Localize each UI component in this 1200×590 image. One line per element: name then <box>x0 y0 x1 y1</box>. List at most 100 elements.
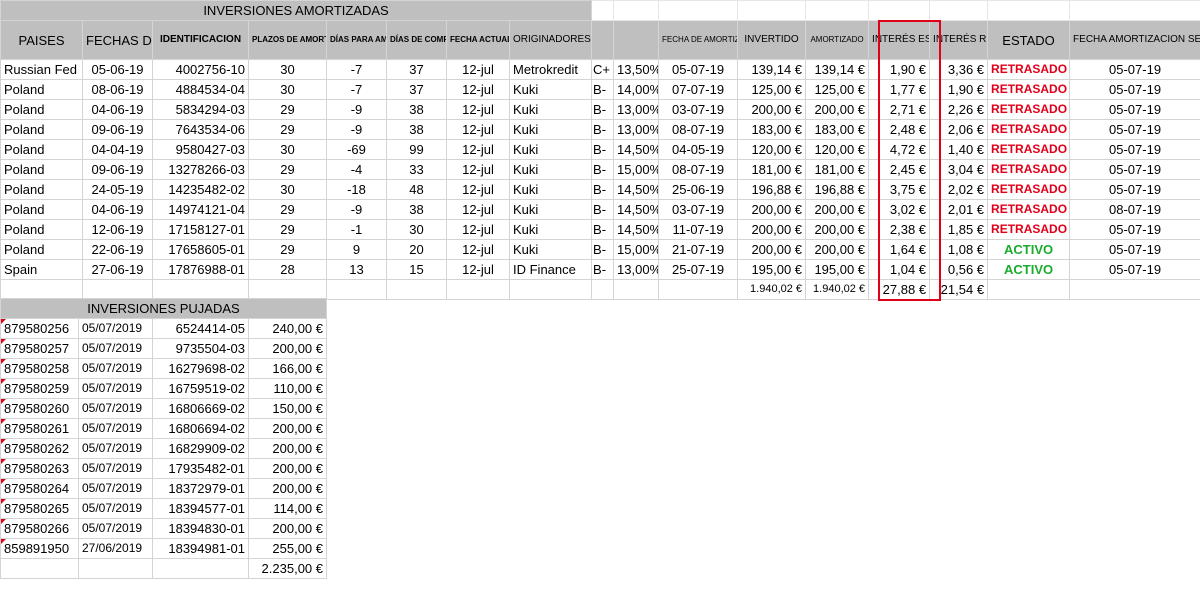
cell-pais[interactable]: Poland <box>0 139 83 160</box>
pujadas-total[interactable]: 2.235,00 € <box>248 558 327 579</box>
cell-amortizado[interactable]: 200,00 € <box>805 99 870 120</box>
pujada-cell-fecha[interactable]: 05/07/2019 <box>78 378 153 399</box>
cell-actual[interactable]: 12-jul <box>446 79 510 100</box>
cell-pais[interactable]: Poland <box>0 99 83 120</box>
pujada-cell-fecha[interactable]: 05/07/2019 <box>78 338 153 359</box>
cell-estado[interactable]: RETRASADO <box>987 99 1071 120</box>
pujada-cell-id[interactable]: 18372979-01 <box>152 478 249 499</box>
header-plazos[interactable]: PLAZOS DE AMORTIZACION <box>248 20 327 60</box>
cell-rating[interactable]: B- <box>591 179 615 200</box>
cell-amortizado[interactable]: 200,00 € <box>805 239 870 260</box>
pujada-cell-id[interactable]: 16806694-02 <box>152 418 249 439</box>
cell-int-rec[interactable]: 3,36 € <box>929 59 989 80</box>
header-fechas-puja[interactable]: FECHAS DE PUJA <box>82 20 153 60</box>
cell-dias-am[interactable]: -1 <box>326 219 387 240</box>
pujada-cell-importe[interactable]: 240,00 € <box>248 318 327 339</box>
cell-orig[interactable]: Kuki <box>508 159 593 180</box>
cell-pais[interactable]: Poland <box>0 119 83 140</box>
cell-dias-am[interactable]: -18 <box>326 179 387 200</box>
pujada-cell-id[interactable]: 16759519-02 <box>152 378 249 399</box>
pujada-cell-ref[interactable]: 879580266 <box>0 518 79 539</box>
total-amortizado[interactable]: 1.940,02 € <box>805 279 870 300</box>
header-fecha-actual[interactable]: FECHA ACTUAL SIN AMORTIZAR <box>446 20 510 60</box>
cell-amortizado[interactable]: 181,00 € <box>805 159 870 180</box>
cell-tasa[interactable]: 14,50% <box>613 139 660 160</box>
cell-plazo[interactable]: 29 <box>248 239 327 260</box>
cell-mintos[interactable]: 05-07-19 <box>1069 179 1200 200</box>
cell-invertido[interactable]: 195,00 € <box>737 259 807 280</box>
cell-invertido[interactable]: 196,88 € <box>737 179 807 200</box>
pujada-cell-importe[interactable]: 255,00 € <box>248 538 327 559</box>
cell-invertido[interactable]: 200,00 € <box>737 199 807 220</box>
cell-dias-am[interactable]: -9 <box>326 119 387 140</box>
cell-int-esp[interactable]: 1,90 € <box>868 59 931 80</box>
cell-esperada[interactable]: 07-07-19 <box>658 79 739 100</box>
cell-orig[interactable]: Kuki <box>508 119 593 140</box>
cell-esperada[interactable]: 11-07-19 <box>658 219 739 240</box>
pujada-cell-ref[interactable]: 879580261 <box>0 418 79 439</box>
cell-dias-co[interactable]: 37 <box>386 79 447 100</box>
cell-fecha[interactable]: 27-06-19 <box>82 259 153 280</box>
pujada-cell-fecha[interactable]: 05/07/2019 <box>78 518 153 539</box>
cell-mintos[interactable]: 08-07-19 <box>1069 199 1200 220</box>
total-invertido[interactable]: 1.940,02 € <box>737 279 807 300</box>
cell-fecha[interactable]: 09-06-19 <box>82 159 153 180</box>
pujada-cell-id[interactable]: 18394577-01 <box>152 498 249 519</box>
header-amortizado[interactable]: AMORTIZADO <box>805 20 870 60</box>
cell-mintos[interactable]: 05-07-19 <box>1069 79 1200 100</box>
cell-int-esp[interactable]: 2,45 € <box>868 159 931 180</box>
cell-fecha[interactable]: 12-06-19 <box>82 219 153 240</box>
cell-plazo[interactable]: 30 <box>248 139 327 160</box>
cell-orig[interactable]: Kuki <box>508 79 593 100</box>
header-originadores[interactable]: ORIGINADORES <box>508 20 593 60</box>
cell-esperada[interactable]: 08-07-19 <box>658 159 739 180</box>
pujada-cell-id[interactable]: 6524414-05 <box>152 318 249 339</box>
header-identificacion[interactable]: IDENTIFICACION <box>152 20 249 60</box>
total-interes-recibido[interactable]: 21,54 € <box>929 279 989 300</box>
pujada-cell-importe[interactable]: 200,00 € <box>248 338 327 359</box>
cell-orig[interactable]: Kuki <box>508 219 593 240</box>
cell-rating[interactable]: B- <box>591 119 615 140</box>
cell-int-esp[interactable]: 2,38 € <box>868 219 931 240</box>
pujada-cell-id[interactable]: 16806669-02 <box>152 398 249 419</box>
pujada-cell-id[interactable]: 16279698-02 <box>152 358 249 379</box>
cell-dias-co[interactable]: 48 <box>386 179 447 200</box>
cell-invertido[interactable]: 200,00 € <box>737 99 807 120</box>
cell-amortizado[interactable]: 196,88 € <box>805 179 870 200</box>
cell-dias-co[interactable]: 38 <box>386 199 447 220</box>
cell-tasa[interactable]: 13,00% <box>613 259 660 280</box>
cell-fecha[interactable]: 08-06-19 <box>82 79 153 100</box>
cell-plazo[interactable]: 28 <box>248 259 327 280</box>
cell-dias-co[interactable]: 99 <box>386 139 447 160</box>
cell-amortizado[interactable]: 200,00 € <box>805 199 870 220</box>
cell-mintos[interactable]: 05-07-19 <box>1069 259 1200 280</box>
pujada-cell-importe[interactable]: 200,00 € <box>248 478 327 499</box>
pujada-cell-fecha[interactable]: 05/07/2019 <box>78 358 153 379</box>
cell-plazo[interactable]: 29 <box>248 119 327 140</box>
cell-int-rec[interactable]: 0,56 € <box>929 259 989 280</box>
pujada-cell-ref[interactable]: 879580264 <box>0 478 79 499</box>
pujada-cell-ref[interactable]: 879580265 <box>0 498 79 519</box>
cell-int-rec[interactable]: 1,40 € <box>929 139 989 160</box>
cell-dias-am[interactable]: -4 <box>326 159 387 180</box>
cell-dias-co[interactable]: 15 <box>386 259 447 280</box>
cell-mintos[interactable]: 05-07-19 <box>1069 239 1200 260</box>
header-interes-esperado[interactable]: INTERÉS ESPERADO <box>868 20 931 60</box>
pujada-cell-ref[interactable]: 879580257 <box>0 338 79 359</box>
header-fecha-mintos[interactable]: FECHA AMORTIZACION SEGÚN MINTOS <box>1069 20 1200 60</box>
cell-rating[interactable]: B- <box>591 239 615 260</box>
cell-int-rec[interactable]: 1,08 € <box>929 239 989 260</box>
total-interes-esperado[interactable]: 27,88 € <box>868 279 931 300</box>
pujada-cell-fecha[interactable]: 05/07/2019 <box>78 438 153 459</box>
cell-actual[interactable]: 12-jul <box>446 159 510 180</box>
pujada-cell-fecha[interactable]: 27/06/2019 <box>78 538 153 559</box>
cell-pais[interactable]: Russian Fed <box>0 59 83 80</box>
cell-dias-am[interactable]: 13 <box>326 259 387 280</box>
cell-esperada[interactable]: 21-07-19 <box>658 239 739 260</box>
cell-actual[interactable]: 12-jul <box>446 99 510 120</box>
cell-fecha[interactable]: 24-05-19 <box>82 179 153 200</box>
pujada-cell-importe[interactable]: 200,00 € <box>248 418 327 439</box>
cell-actual[interactable]: 12-jul <box>446 199 510 220</box>
cell-id[interactable]: 13278266-03 <box>152 159 249 180</box>
cell-fecha[interactable]: 04-06-19 <box>82 199 153 220</box>
